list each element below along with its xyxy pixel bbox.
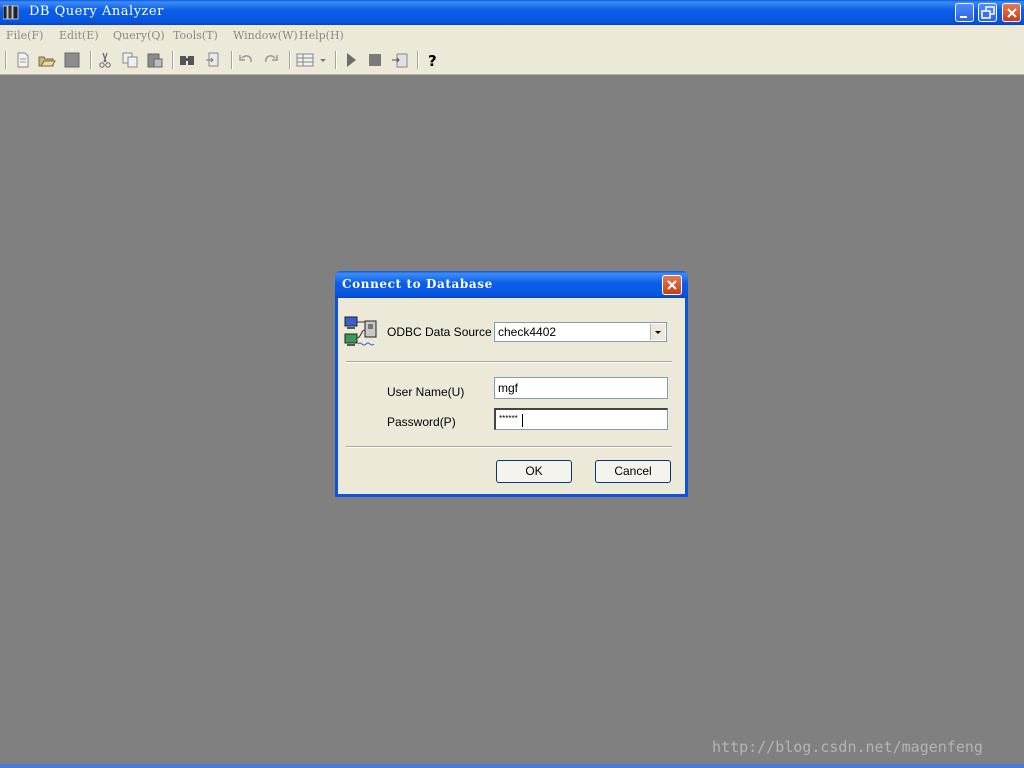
password-label: Password(P) xyxy=(387,415,456,429)
connect-dialog: Connect to Database ODBC Data Source che… xyxy=(335,271,688,497)
cut-icon[interactable] xyxy=(96,51,114,69)
restore-icon xyxy=(981,6,995,19)
menu-help[interactable]: Help(H) xyxy=(299,29,344,42)
username-value: mgf xyxy=(498,381,519,395)
close-button[interactable] xyxy=(1002,3,1021,22)
minimize-button[interactable] xyxy=(955,3,974,22)
toolbar-separator xyxy=(289,51,291,69)
username-label: User Name(U) xyxy=(387,385,465,399)
password-value: ****** xyxy=(499,414,518,423)
odbc-datasource-icon xyxy=(344,316,377,346)
dialog-close-button[interactable] xyxy=(662,275,682,295)
watermark-text: http://blog.csdn.net/magenfeng xyxy=(712,738,983,756)
svg-text:?: ? xyxy=(428,52,437,69)
redo-icon[interactable] xyxy=(262,51,280,69)
open-icon[interactable] xyxy=(38,51,56,69)
divider xyxy=(346,446,672,448)
ok-button[interactable]: OK xyxy=(496,460,572,483)
app-books-icon[interactable] xyxy=(2,4,19,20)
close-icon xyxy=(1007,8,1017,18)
menu-edit[interactable]: Edit(E) xyxy=(59,29,99,42)
copy-icon[interactable] xyxy=(121,51,139,69)
datasource-select[interactable]: check4402 xyxy=(494,322,667,342)
text-caret xyxy=(522,414,523,427)
dialog-title: Connect to Database xyxy=(342,277,493,291)
chevron-down-icon[interactable] xyxy=(318,51,328,69)
menu-bar: File(F) Edit(E) Query(Q) Tools(T) Window… xyxy=(0,25,1024,46)
toolbar-separator xyxy=(172,51,174,69)
password-field[interactable]: ****** xyxy=(494,408,668,430)
toolbar-separator xyxy=(417,51,419,69)
cancel-button[interactable]: Cancel xyxy=(595,460,671,483)
execute-icon[interactable] xyxy=(342,51,360,69)
stop-icon[interactable] xyxy=(366,51,384,69)
menu-window[interactable]: Window(W) xyxy=(233,29,298,42)
toolbar: ? xyxy=(0,46,1024,75)
username-field[interactable]: mgf xyxy=(494,377,668,399)
dialog-body: ODBC Data Source check4402 User Name(U) … xyxy=(338,298,685,494)
paste-icon[interactable] xyxy=(146,51,164,69)
parse-icon[interactable] xyxy=(391,51,409,69)
toolbar-separator xyxy=(231,51,233,69)
help-icon[interactable]: ? xyxy=(425,51,443,69)
menu-tools[interactable]: Tools(T) xyxy=(173,29,218,42)
toolbar-separator xyxy=(335,51,337,69)
restore-button[interactable] xyxy=(978,3,997,22)
find-icon[interactable] xyxy=(178,51,196,69)
undo-icon[interactable] xyxy=(237,51,255,69)
minimize-icon xyxy=(960,16,967,18)
bottom-edge xyxy=(0,764,1024,768)
close-icon xyxy=(667,280,677,290)
divider xyxy=(346,361,672,363)
menu-query[interactable]: Query(Q) xyxy=(113,29,165,42)
toolbar-grip xyxy=(5,51,7,69)
toolbar-separator xyxy=(90,51,92,69)
app-title-bar: DB Query Analyzer xyxy=(0,0,1024,25)
chevron-down-icon xyxy=(655,331,661,334)
window-title: DB Query Analyzer xyxy=(29,4,164,19)
datasource-label: ODBC Data Source xyxy=(387,325,492,339)
datasource-value: check4402 xyxy=(498,325,557,339)
save-icon[interactable] xyxy=(63,51,81,69)
menu-file[interactable]: File(F) xyxy=(6,29,43,42)
results-grid-icon[interactable] xyxy=(296,51,314,69)
datasource-dropdown-button[interactable] xyxy=(650,324,665,340)
new-icon[interactable] xyxy=(14,51,32,69)
dialog-title-bar[interactable]: Connect to Database xyxy=(335,271,688,298)
replace-icon[interactable] xyxy=(204,51,222,69)
